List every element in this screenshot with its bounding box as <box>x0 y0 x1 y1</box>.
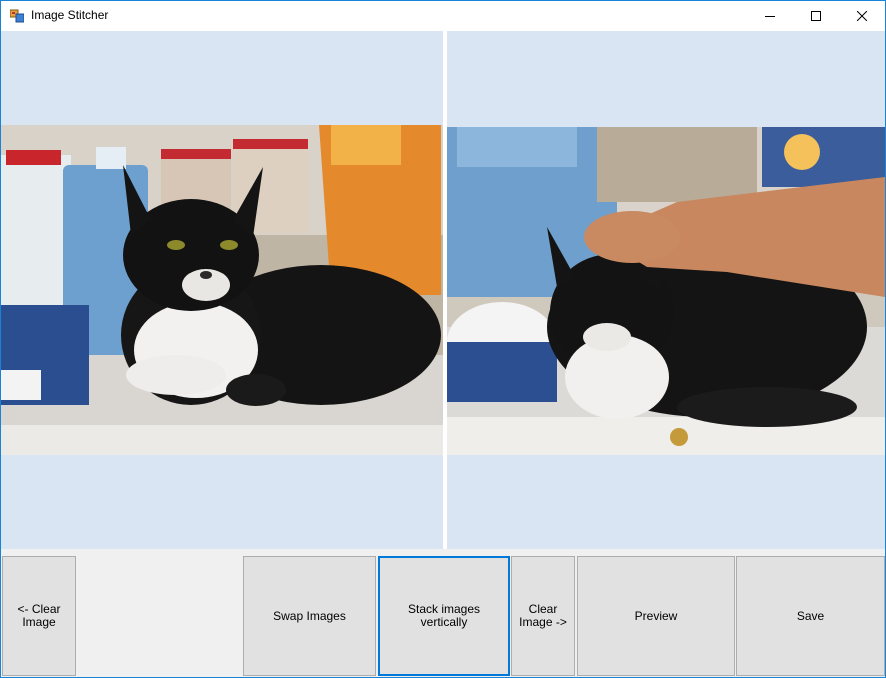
swap-images-button[interactable]: Swap Images <box>243 556 376 676</box>
save-button[interactable]: Save <box>736 556 885 676</box>
app-window: Image Stitcher <- Clear Image Swap Image… <box>0 0 886 678</box>
minimize-button[interactable] <box>747 1 793 31</box>
close-button[interactable] <box>839 1 885 31</box>
stack-vertically-button[interactable]: Stack images vertically <box>378 556 510 676</box>
clear-right-image-button[interactable]: Clear Image -> <box>511 556 575 676</box>
clear-left-image-button[interactable]: <- Clear Image <box>2 556 76 676</box>
window-title: Image Stitcher <box>31 8 109 22</box>
right-image-panel[interactable] <box>447 31 885 549</box>
minimize-icon <box>765 16 775 17</box>
cat-photo-right <box>447 127 885 455</box>
cat-photo-left <box>1 125 443 455</box>
title-bar[interactable]: Image Stitcher <box>1 1 885 31</box>
app-window-icon <box>10 9 24 23</box>
close-icon <box>857 11 867 21</box>
maximize-button[interactable] <box>793 1 839 31</box>
left-image-panel[interactable] <box>1 31 443 549</box>
maximize-icon <box>811 11 821 21</box>
preview-button[interactable]: Preview <box>577 556 735 676</box>
